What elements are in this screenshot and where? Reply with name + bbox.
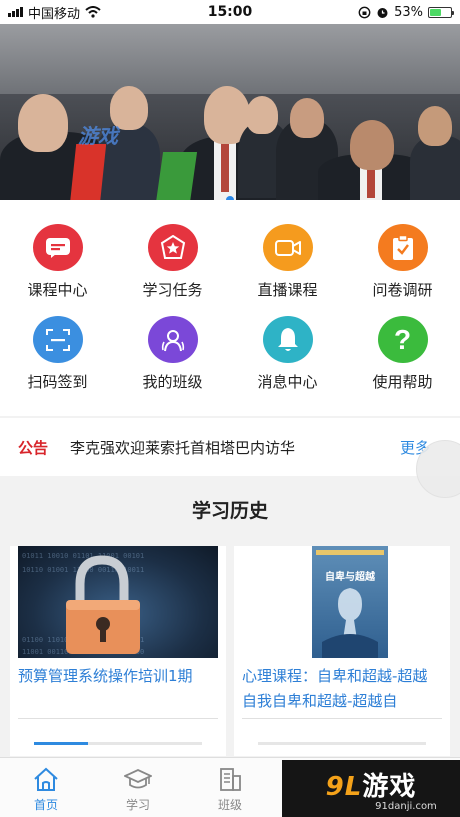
battery-icon: [428, 6, 454, 18]
tab-label: 首页: [33, 798, 58, 812]
menu-icon-bg: [32, 224, 83, 271]
book-cover-image: 自卑与超越: [242, 546, 442, 658]
banner-carousel[interactable]: 游戏: [0, 24, 460, 200]
book-cover-art: [316, 550, 384, 658]
carrier-name: 中国移动: [28, 6, 81, 22]
banner-figure: [418, 106, 452, 146]
status-left: 中国移动: [8, 3, 101, 22]
menu-course-center[interactable]: 课程中心: [0, 200, 115, 300]
svg-text:01011 10010 01101 11001 00101: 01011 10010 01101 11001 00101: [22, 552, 144, 560]
course-progress: [34, 742, 202, 745]
card-divider: [242, 718, 442, 719]
tab-icon-wrap: [124, 766, 152, 792]
banner-figure: [18, 94, 68, 152]
signal-icon: [8, 7, 23, 17]
menu-label: 扫码签到: [27, 373, 88, 391]
tab-label: 学习: [125, 798, 150, 812]
graduation-cap-icon: [124, 769, 152, 789]
home-icon: [34, 767, 58, 791]
brand-name: 9L游戏: [326, 766, 417, 803]
course-title: 预算管理系统操作培训1期: [18, 667, 193, 685]
brand-url: 91danji.com: [375, 800, 437, 812]
tab-study[interactable]: 学习: [92, 758, 184, 817]
padlock-illustration: 01011 10010 01101 11001 00101 10110 0100…: [22, 552, 144, 656]
banner-figure: [290, 98, 324, 138]
battery-percent: 53%: [394, 4, 423, 20]
course-card[interactable]: 01011 10010 01101 11001 00101 10110 0100…: [10, 546, 226, 756]
scan-icon: [45, 328, 70, 351]
course-progress: [258, 742, 426, 745]
menu-scan-checkin[interactable]: 扫码签到: [0, 292, 115, 392]
status-bar: 中国移动 15:00 53%: [0, 0, 460, 24]
menu-label: 消息中心: [257, 373, 318, 391]
alarm-icon: [377, 7, 388, 18]
tab-icon-wrap: [216, 766, 244, 792]
video-camera-icon: [274, 239, 301, 256]
menu-survey[interactable]: 问卷调研: [345, 200, 460, 300]
menu-label: 使用帮助: [372, 373, 433, 391]
menu-live-courses[interactable]: 直播课程: [230, 200, 345, 300]
menu-label: 我的班级: [142, 373, 203, 391]
message-icon: [45, 237, 70, 258]
function-menu: 课程中心 学习任务 直播课程 问卷调研 扫码签到 我的班级 消息中心 ? 使用帮…: [0, 200, 460, 416]
tab-home[interactable]: 首页: [0, 758, 92, 817]
rotation-lock-icon: [358, 6, 371, 18]
star-badge-icon: [160, 234, 185, 259]
tab-class[interactable]: 班级: [184, 758, 276, 817]
menu-icon-bg: [262, 224, 313, 271]
banner-figure: [221, 142, 229, 192]
notice-tag: 公告: [18, 438, 49, 457]
course-card[interactable]: 自卑与超越 心理课程：自卑和超越-超越自我自卑和超越-超越自: [234, 546, 450, 756]
course-progress-fill: [34, 742, 88, 745]
menu-icon-bg: [377, 224, 428, 271]
menu-icon-bg: [32, 316, 83, 363]
book-cover: 自卑与超越: [312, 546, 388, 658]
menu-my-class[interactable]: 我的班级: [115, 292, 230, 392]
padlock-image: 01011 10010 01101 11001 00101 10110 0100…: [18, 546, 218, 658]
menu-icon-bg: ?: [377, 316, 428, 363]
wifi-icon: [85, 6, 101, 18]
tab-icon-wrap: [32, 766, 60, 792]
notice-headline[interactable]: 李克强欢迎莱索托首相塔巴内访华: [70, 437, 295, 458]
site-watermark-logo: 9L游戏 91danji.com: [282, 760, 460, 817]
banner-watermark: 游戏: [78, 124, 118, 148]
banner-backdrop: [0, 24, 460, 94]
banner-figure: [246, 96, 278, 134]
bell-icon: [277, 327, 298, 351]
tab-label: 班级: [217, 798, 242, 812]
brand-text: 游戏: [362, 771, 417, 802]
menu-icon-bg: [147, 224, 198, 271]
banner-figure: [350, 120, 394, 170]
brand-number: 9L: [325, 771, 363, 802]
menu-icon-bg: [147, 316, 198, 363]
menu-message-center[interactable]: 消息中心: [230, 292, 345, 392]
notice-bar: 公告 李克强欢迎莱索托首相塔巴内访华 更多: [0, 418, 460, 476]
card-divider: [18, 718, 218, 719]
help-icon: ?: [393, 323, 412, 355]
battery-fill: [430, 8, 441, 16]
course-title: 心理课程：自卑和超越-超越自我自卑和超越-超越自: [242, 667, 428, 710]
menu-icon-bg: [262, 316, 313, 363]
status-right: 53%: [358, 4, 454, 20]
group-icon: [161, 329, 184, 351]
menu-learning-tasks[interactable]: 学习任务: [115, 200, 230, 300]
menu-help[interactable]: ? 使用帮助: [345, 292, 460, 392]
building-icon: [220, 768, 241, 791]
clipboard-check-icon: [392, 234, 413, 260]
history-section-title: 学习历史: [191, 500, 268, 522]
